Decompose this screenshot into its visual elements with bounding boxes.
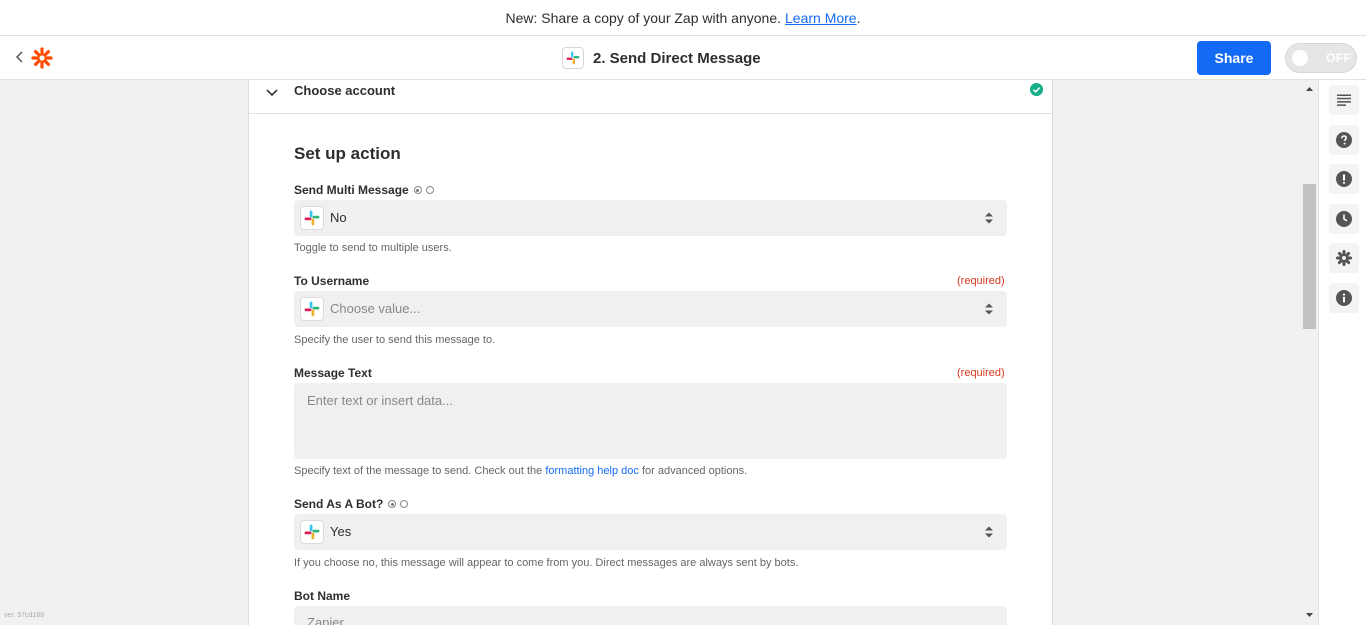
learn-more-link[interactable]: Learn More [785, 10, 857, 26]
to-username-select[interactable]: Choose value... [294, 291, 1007, 327]
settings-icon[interactable] [1329, 243, 1359, 273]
history-icon[interactable] [1329, 204, 1359, 234]
toggle-label: OFF [1326, 51, 1352, 65]
scrollbar-thumb[interactable] [1303, 184, 1316, 329]
send-as-bot-label-text: Send As A Bot? [294, 497, 384, 511]
alert-icon[interactable] [1329, 164, 1359, 194]
message-text-input[interactable]: Enter text or insert data... [294, 383, 1007, 459]
send-as-bot-label: Send As A Bot? [294, 497, 409, 511]
right-sidebar [1318, 80, 1366, 625]
share-button[interactable]: Share [1197, 41, 1271, 75]
choose-account-section[interactable]: Choose account [249, 80, 1052, 114]
message-text-help-before: Specify text of the message to send. Che… [294, 465, 543, 477]
send-as-bot-value: Yes [330, 524, 352, 539]
bot-name-label: Bot Name [294, 589, 350, 603]
bot-name-label-text: Bot Name [294, 589, 351, 603]
details-icon[interactable] [1329, 85, 1359, 115]
message-text-placeholder: Enter text or insert data... [307, 393, 453, 408]
to-username-label: To Username [294, 274, 369, 288]
formatting-help-link[interactable]: formatting help doc [545, 465, 639, 477]
bot-name-input[interactable]: Zapier [294, 606, 1007, 625]
multi-message-select[interactable]: No [294, 200, 1007, 236]
select-arrows-icon [985, 526, 993, 538]
scroll-down-arrow-icon[interactable] [1304, 610, 1315, 620]
info-icon[interactable] [1329, 283, 1359, 313]
zap-on-off-toggle[interactable]: OFF [1285, 43, 1357, 73]
editor-header: 2. Send Direct Message Share OFF [0, 36, 1366, 80]
message-text-label-text: Message Text [294, 366, 372, 380]
to-username-label-text: To Username [294, 274, 370, 288]
announcement-banner: New: Share a copy of your Zap with anyon… [0, 0, 1366, 36]
banner-text: New: Share a copy of your Zap with anyon… [505, 9, 781, 26]
step-editor-panel: Choose account Set up action Send Multi … [248, 80, 1053, 625]
multi-message-value: No [330, 210, 347, 225]
back-chevron-icon[interactable] [14, 50, 26, 64]
multi-message-help: Toggle to send to multiple users. [294, 242, 452, 254]
to-username-help: Specify the user to send this message to… [294, 334, 496, 346]
scroll-up-arrow-icon[interactable] [1304, 84, 1315, 94]
required-tag: (required) [957, 275, 1005, 287]
slack-icon [300, 297, 324, 321]
zapier-logo-icon[interactable] [31, 47, 53, 69]
bot-name-placeholder: Zapier [307, 615, 344, 625]
help-icon[interactable] [1329, 125, 1359, 155]
send-as-bot-select[interactable]: Yes [294, 514, 1007, 550]
radio-selected-icon[interactable] [413, 186, 422, 194]
to-username-placeholder: Choose value... [330, 301, 421, 316]
banner-suffix: . [856, 9, 861, 26]
message-text-help: Specify text of the message to send. Che… [294, 465, 747, 477]
zap-step-title[interactable]: 2. Send Direct Message [562, 46, 761, 70]
version-label: ver. 97cd188 [4, 612, 45, 619]
multi-message-label-text: Send Multi Message [294, 183, 409, 197]
select-arrows-icon [985, 303, 993, 315]
chevron-down-icon[interactable] [265, 86, 279, 100]
setup-action-title: Set up action [294, 144, 401, 163]
choose-account-title: Choose account [294, 83, 396, 98]
multi-message-label: Send Multi Message [294, 183, 434, 197]
radio-empty-icon[interactable] [425, 186, 434, 194]
select-arrows-icon [985, 212, 993, 224]
check-circle-icon [1030, 83, 1043, 96]
slack-icon [300, 520, 324, 544]
required-tag: (required) [957, 367, 1005, 379]
slack-icon [300, 206, 324, 230]
send-as-bot-help: If you choose no, this message will appe… [294, 557, 799, 569]
message-text-help-after: for advanced options. [641, 465, 748, 477]
toggle-knob [1292, 50, 1308, 66]
zap-title-text: 2. Send Direct Message [593, 49, 761, 67]
radio-empty-icon[interactable] [400, 500, 409, 508]
slack-icon [562, 47, 584, 69]
scrollbar[interactable] [1302, 80, 1317, 625]
message-text-label: Message Text [294, 366, 372, 380]
radio-selected-icon[interactable] [388, 500, 397, 508]
